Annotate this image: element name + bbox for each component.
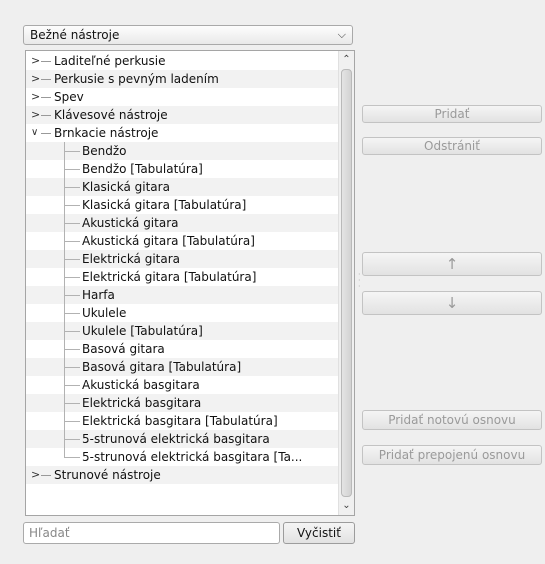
tree-child-label: Akustická basgitara <box>82 378 200 392</box>
tree-child-item[interactable]: Ukulele [Tabulatúra] <box>26 322 338 340</box>
add-button[interactable]: Pridať <box>362 105 542 123</box>
tree-connector <box>41 475 51 476</box>
tree-child-label: Bendžo <box>82 144 127 158</box>
tree-connector <box>64 448 65 457</box>
move-up-button[interactable]: ↑ <box>362 252 542 276</box>
tree-child-label: Ukulele <box>82 306 127 320</box>
tree-connector <box>64 205 80 206</box>
tree-item-keyboards[interactable]: > Klávesové nástroje <box>26 106 338 124</box>
tree-item-voice[interactable]: > Spev <box>26 88 338 106</box>
tree-child-item[interactable]: Klasická gitara <box>26 178 338 196</box>
tree-scrollbar[interactable]: ⌃ ⌄ <box>338 51 354 515</box>
tree-child-label: Akustická gitara <box>82 216 179 230</box>
tree-connector <box>41 115 51 116</box>
tree-child-label: Elektrická gitara <box>82 252 181 266</box>
tree-connector <box>41 79 51 80</box>
add-staff-button[interactable]: Pridať notovú osnovu <box>362 410 542 430</box>
tree-child-label: Elektrická basgitara [Tabulatúra] <box>82 414 278 428</box>
tree-connector <box>41 97 51 98</box>
tree-connector <box>41 61 51 62</box>
tree-connector <box>64 331 80 332</box>
tree-child-item[interactable]: Elektrická basgitara [Tabulatúra] <box>26 412 338 430</box>
tree-item-label: Strunové nástroje <box>54 468 161 482</box>
tree-connector <box>64 439 80 440</box>
add-linked-staff-button[interactable]: Pridať prepojenú osnovu <box>362 445 542 465</box>
tree-item-label: Brnkacie nástroje <box>54 126 159 140</box>
tree-child-item[interactable]: Klasická gitara [Tabulatúra] <box>26 196 338 214</box>
tree-child-item[interactable]: Bendžo [Tabulatúra] <box>26 160 338 178</box>
instrument-category-select[interactable]: Bežné nástroje ⌵ <box>23 25 353 45</box>
tree-child-label: Elektrická gitara [Tabulatúra] <box>82 270 257 284</box>
scroll-down-icon[interactable]: ⌄ <box>339 499 354 513</box>
tree-connector <box>64 151 80 152</box>
tree-connector <box>41 133 51 134</box>
tree-item-fixed-pitch-percussion[interactable]: > Perkusie s pevným ladením <box>26 70 338 88</box>
tree-connector <box>64 403 80 404</box>
tree-connector <box>64 457 80 458</box>
tree-item-tunable-percussion[interactable]: > Laditeľné perkusie <box>26 52 338 70</box>
tree-child-label: Akustická gitara [Tabulatúra] <box>82 234 255 248</box>
tree-child-label: Klasická gitara <box>82 180 170 194</box>
tree-child-label: Klasická gitara [Tabulatúra] <box>82 198 247 212</box>
tree-connector <box>64 241 80 242</box>
chevron-down-icon: ⌵ <box>337 28 346 41</box>
tree-item-label: Spev <box>54 90 84 104</box>
tree-connector <box>64 349 80 350</box>
tree-child-item[interactable]: Harfa <box>26 286 338 304</box>
tree-connector <box>64 295 80 296</box>
tree-child-item[interactable]: 5-strunová elektrická basgitara <box>26 430 338 448</box>
tree-child-item[interactable]: Basová gitara [Tabulatúra] <box>26 358 338 376</box>
tree-item-plucked-strings[interactable]: ∨ Brnkacie nástroje <box>26 124 338 142</box>
tree-connector <box>64 223 80 224</box>
tree-item-label: Perkusie s pevným ladením <box>54 72 219 86</box>
splitter-handle[interactable]: · · · <box>358 271 361 291</box>
tree-connector <box>64 169 80 170</box>
tree-connector <box>64 385 80 386</box>
tree-connector <box>64 187 80 188</box>
tree-connector <box>64 259 80 260</box>
tree-child-label: Bendžo [Tabulatúra] <box>82 162 203 176</box>
tree-child-item[interactable]: Akustická basgitara <box>26 376 338 394</box>
tree-item-label: Klávesové nástroje <box>54 108 168 122</box>
tree-connector <box>64 421 80 422</box>
tree-child-item[interactable]: Elektrická gitara <box>26 250 338 268</box>
tree-child-item[interactable]: Ukulele <box>26 304 338 322</box>
search-input[interactable]: Hľadať <box>23 522 280 544</box>
tree-child-item[interactable]: Akustická gitara <box>26 214 338 232</box>
tree-child-label: Basová gitara [Tabulatúra] <box>82 360 242 374</box>
instrument-tree[interactable]: > Laditeľné perkusie > Perkusie s pevným… <box>25 50 355 516</box>
tree-connector <box>64 313 80 314</box>
scrollbar-thumb[interactable] <box>341 69 352 497</box>
scroll-up-icon[interactable]: ⌃ <box>339 53 354 67</box>
tree-connector <box>64 277 80 278</box>
instrument-category-value: Bežné nástroje <box>30 28 120 42</box>
tree-item-label: Laditeľné perkusie <box>54 54 166 68</box>
remove-button[interactable]: Odstrániť <box>362 137 542 155</box>
tree-connector <box>64 367 80 368</box>
tree-child-item[interactable]: Elektrická basgitara <box>26 394 338 412</box>
clear-search-button[interactable]: Vyčistiť <box>283 522 355 544</box>
tree-child-label: 5-strunová elektrická basgitara <box>82 432 270 446</box>
tree-child-label: Elektrická basgitara <box>82 396 202 410</box>
tree-child-label: Ukulele [Tabulatúra] <box>82 324 203 338</box>
tree-child-item[interactable]: Akustická gitara [Tabulatúra] <box>26 232 338 250</box>
tree-child-label: Harfa <box>82 288 115 302</box>
tree-child-item[interactable]: 5-strunová elektrická basgitara [Ta... <box>26 448 338 466</box>
tree-child-item[interactable]: Bendžo <box>26 142 338 160</box>
tree-child-item[interactable]: Basová gitara <box>26 340 338 358</box>
tree-item-strings[interactable]: > Strunové nástroje <box>26 466 338 484</box>
tree-child-label: 5-strunová elektrická basgitara [Ta... <box>82 450 303 464</box>
tree-child-item[interactable]: Elektrická gitara [Tabulatúra] <box>26 268 338 286</box>
tree-child-label: Basová gitara <box>82 342 165 356</box>
move-down-button[interactable]: ↓ <box>362 291 542 315</box>
